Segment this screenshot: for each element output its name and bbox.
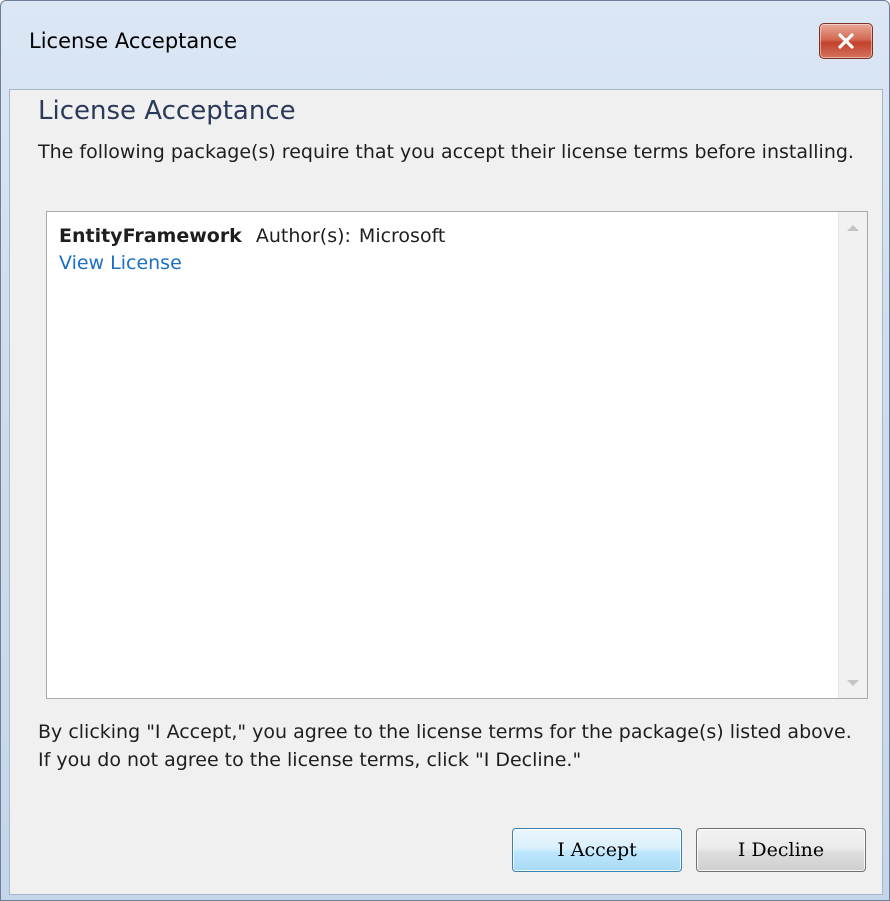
dialog-heading: License Acceptance xyxy=(38,96,296,126)
scroll-down-button[interactable] xyxy=(839,668,867,698)
decline-button[interactable]: I Decline xyxy=(696,828,866,872)
package-list[interactable]: EntityFramework Author(s): Microsoft View … xyxy=(46,211,868,699)
dialog-body: License Acceptance The following package… xyxy=(9,89,883,895)
chevron-down-icon xyxy=(847,679,859,686)
terms-notice: By clicking "I Accept," you agree to the… xyxy=(38,721,852,771)
close-icon xyxy=(838,33,854,49)
view-license-link[interactable]: View License xyxy=(59,250,182,276)
list-item: EntityFramework Author(s): Microsoft View … xyxy=(59,222,445,276)
license-dialog-window: License Acceptance License Acceptance Th… xyxy=(0,0,890,901)
package-info: EntityFramework Author(s): Microsoft xyxy=(59,222,445,250)
close-button[interactable] xyxy=(819,23,873,59)
package-author: Microsoft xyxy=(358,225,446,247)
chevron-up-icon xyxy=(847,224,859,231)
intro-text: The following package(s) require that yo… xyxy=(38,141,854,163)
vertical-scrollbar[interactable] xyxy=(838,212,867,698)
package-list-content: EntityFramework Author(s): Microsoft View … xyxy=(47,212,837,698)
accept-button[interactable]: I Accept xyxy=(512,828,682,872)
author-label: Author(s): xyxy=(255,225,351,247)
title-bar[interactable]: License Acceptance xyxy=(1,1,889,89)
scroll-up-button[interactable] xyxy=(839,212,867,242)
window-title: License Acceptance xyxy=(29,29,238,53)
package-name: EntityFramework xyxy=(59,225,242,247)
